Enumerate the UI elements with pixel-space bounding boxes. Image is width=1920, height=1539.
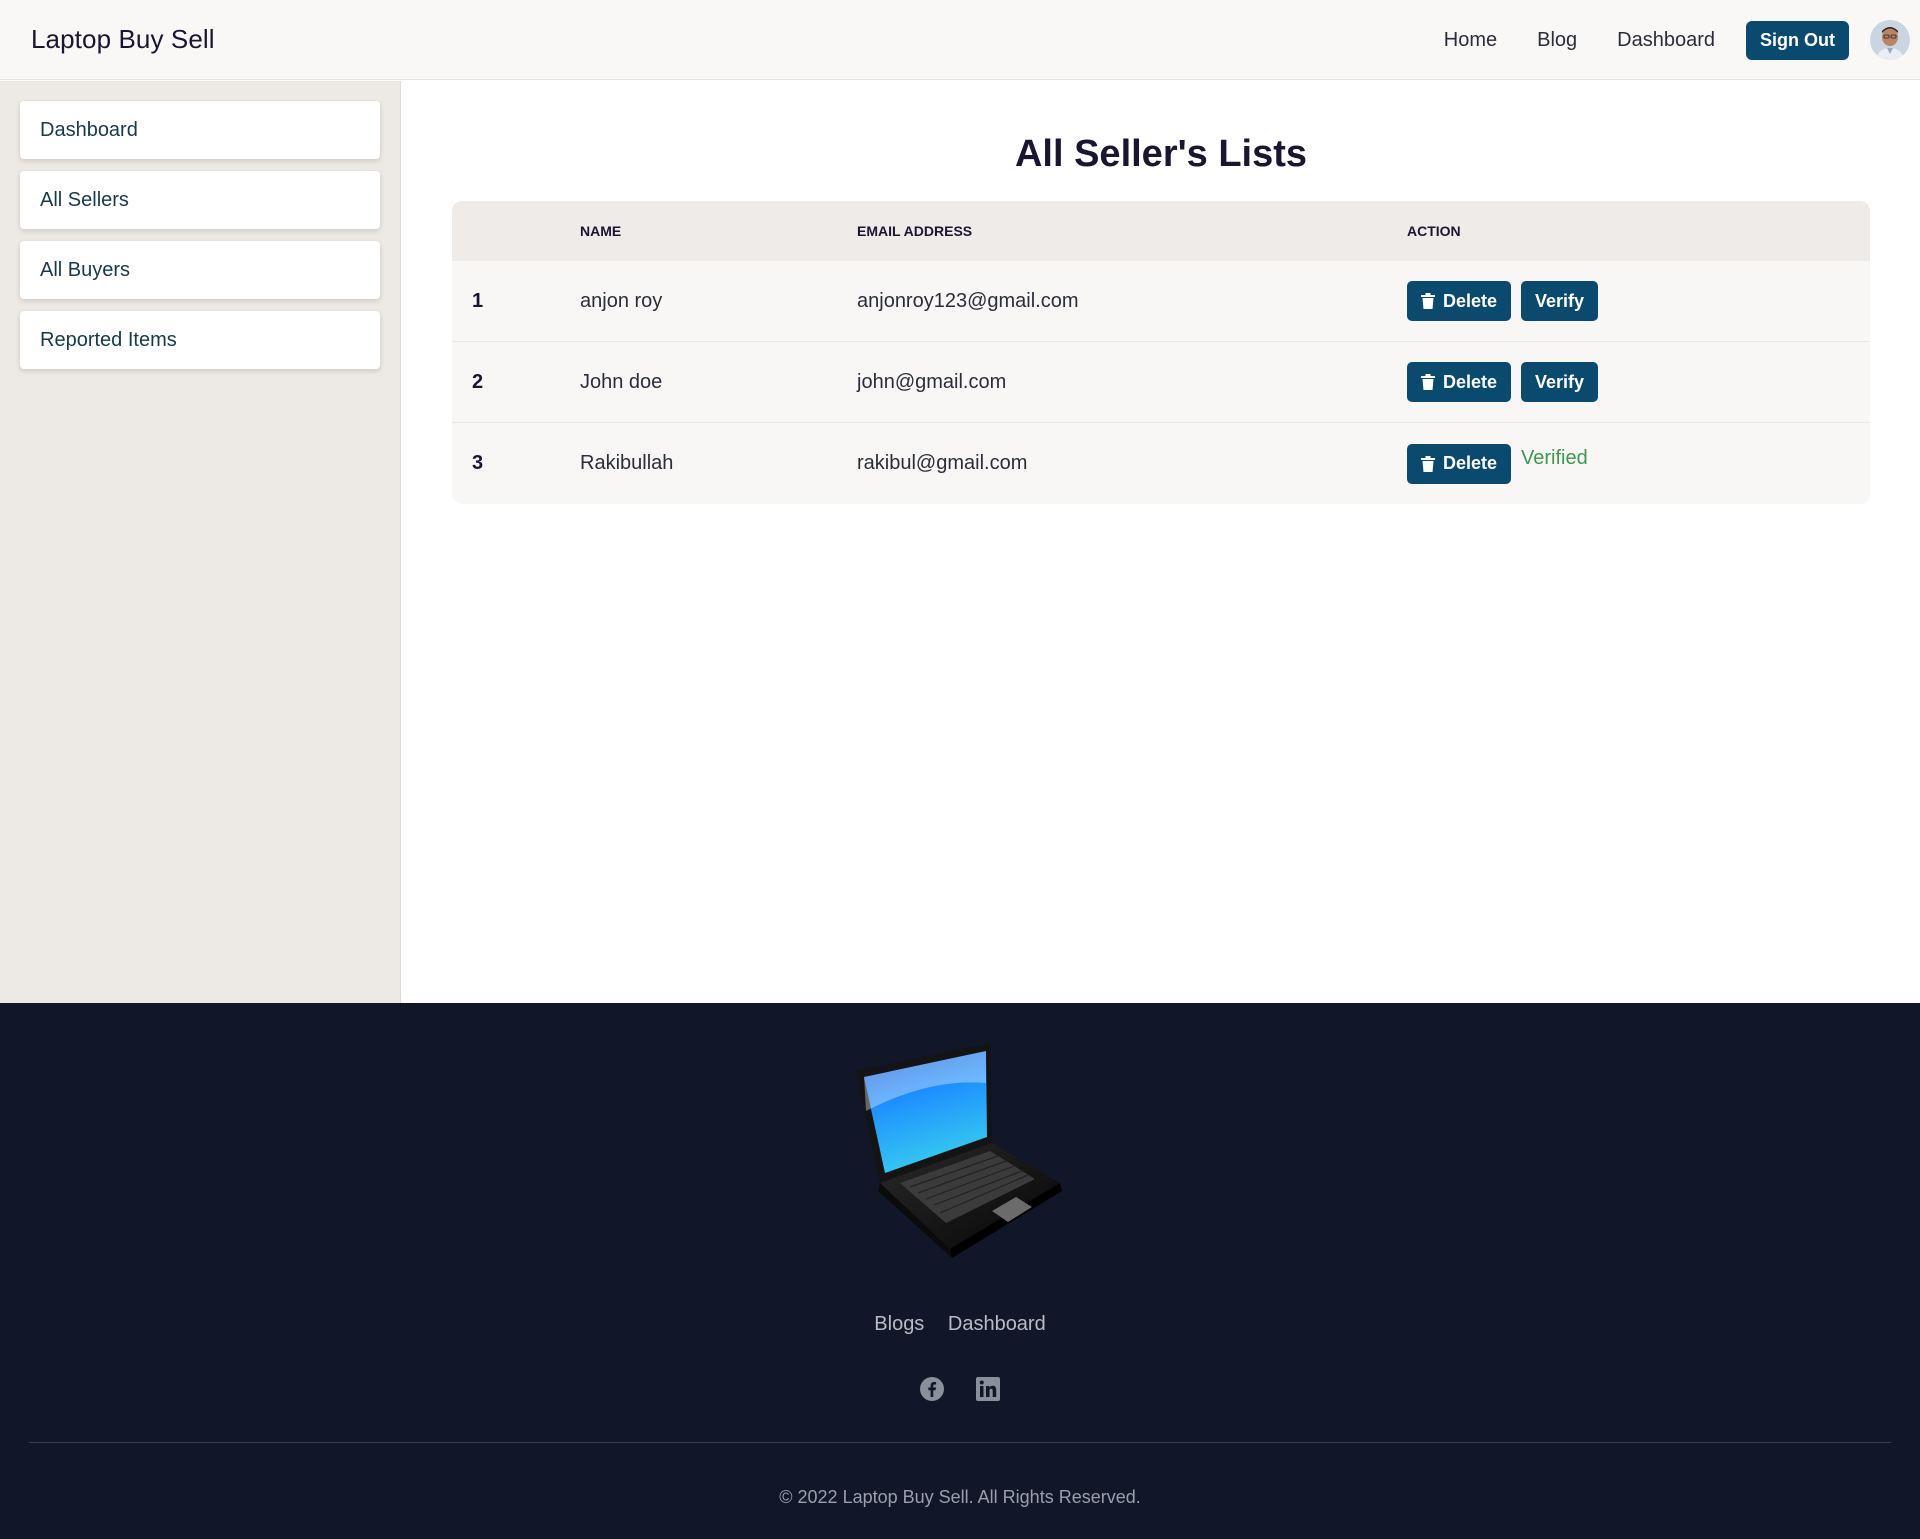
social-links bbox=[0, 1376, 1920, 1402]
sellers-table: NAME EMAIL ADDRESS ACTION 1 anjon roy an… bbox=[452, 201, 1870, 504]
sidebar-item-all-sellers[interactable]: All Sellers bbox=[20, 171, 380, 229]
column-header-email: EMAIL ADDRESS bbox=[857, 223, 973, 239]
facebook-icon[interactable] bbox=[919, 1376, 945, 1402]
nav-links: Home Blog Dashboard Sign Out bbox=[1404, 0, 1920, 80]
sidebar-item-dashboard[interactable]: Dashboard bbox=[20, 101, 380, 159]
delete-button-label: Delete bbox=[1443, 371, 1498, 392]
row-index: 1 bbox=[472, 289, 484, 312]
row-actions: Delete Verify bbox=[1407, 281, 1599, 321]
table-row: 1 anjon roy anjonroy123@gmail.com Delete… bbox=[452, 261, 1870, 342]
verified-status: Verified bbox=[1521, 447, 1588, 469]
seller-name: anjon roy bbox=[580, 289, 663, 312]
delete-button-label: Delete bbox=[1443, 453, 1498, 473]
top-navbar: Laptop Buy Sell Home Blog Dashboard Sign… bbox=[0, 0, 1920, 80]
page-title: All Seller's Lists bbox=[1014, 133, 1308, 175]
footer-link-blogs[interactable]: Blogs bbox=[874, 1313, 924, 1335]
avatar[interactable] bbox=[1870, 20, 1910, 60]
sidebar-item-all-buyers[interactable]: All Buyers bbox=[20, 241, 380, 299]
main-content: All Seller's Lists NAME EMAIL ADDRESS AC… bbox=[402, 81, 1920, 1003]
copyright-text: © 2022 Laptop Buy Sell. All Rights Reser… bbox=[779, 1487, 1141, 1507]
table-row: 2 John doe john@gmail.com Delete Verify bbox=[452, 342, 1870, 423]
column-header-action: ACTION bbox=[1407, 223, 1461, 239]
trash-icon bbox=[1421, 293, 1435, 309]
nav-link-home[interactable]: Home bbox=[1444, 29, 1497, 52]
nav-link-blog[interactable]: Blog bbox=[1537, 29, 1577, 52]
brand-title[interactable]: Laptop Buy Sell bbox=[31, 24, 215, 55]
row-index: 3 bbox=[472, 452, 484, 474]
verify-button[interactable]: Verify bbox=[1521, 362, 1599, 402]
delete-button[interactable]: Delete bbox=[1407, 281, 1512, 321]
laptop-logo-icon bbox=[856, 1043, 1062, 1258]
delete-button-label: Delete bbox=[1443, 290, 1498, 311]
seller-email: anjonroy123@gmail.com bbox=[857, 289, 1079, 312]
sidebar-item-reported-items[interactable]: Reported Items bbox=[20, 311, 380, 369]
delete-button[interactable]: Delete bbox=[1407, 362, 1512, 402]
table-header: NAME EMAIL ADDRESS ACTION bbox=[452, 201, 1870, 261]
sign-out-button[interactable]: Sign Out bbox=[1746, 20, 1849, 60]
trash-icon bbox=[1421, 455, 1435, 472]
sidebar: Dashboard All Sellers All Buyers Reporte… bbox=[0, 81, 401, 1003]
footer-divider bbox=[29, 1442, 1891, 1443]
delete-button[interactable]: Delete bbox=[1407, 443, 1512, 484]
row-index: 2 bbox=[472, 370, 484, 393]
footer-links: Blogs Dashboard bbox=[0, 1313, 1920, 1336]
row-actions: Delete Verified bbox=[1407, 443, 1588, 484]
trash-icon bbox=[1421, 374, 1435, 390]
column-header-name: NAME bbox=[580, 223, 622, 239]
footer: Blogs Dashboard © 2022 Laptop Buy Sell. … bbox=[0, 1003, 1920, 1539]
row-actions: Delete Verify bbox=[1407, 362, 1599, 402]
footer-link-dashboard[interactable]: Dashboard bbox=[948, 1313, 1046, 1335]
seller-email: rakibul@gmail.com bbox=[857, 452, 1028, 474]
seller-name: John doe bbox=[580, 370, 663, 393]
user-avatar-icon bbox=[1870, 20, 1910, 60]
verify-button[interactable]: Verify bbox=[1521, 281, 1599, 321]
nav-link-dashboard[interactable]: Dashboard bbox=[1617, 29, 1715, 52]
linkedin-icon[interactable] bbox=[975, 1376, 1001, 1402]
seller-name: Rakibullah bbox=[580, 452, 674, 474]
seller-email: john@gmail.com bbox=[857, 370, 1007, 393]
table-row: 3 Rakibullah rakibul@gmail.com Delete Ve… bbox=[452, 423, 1870, 504]
